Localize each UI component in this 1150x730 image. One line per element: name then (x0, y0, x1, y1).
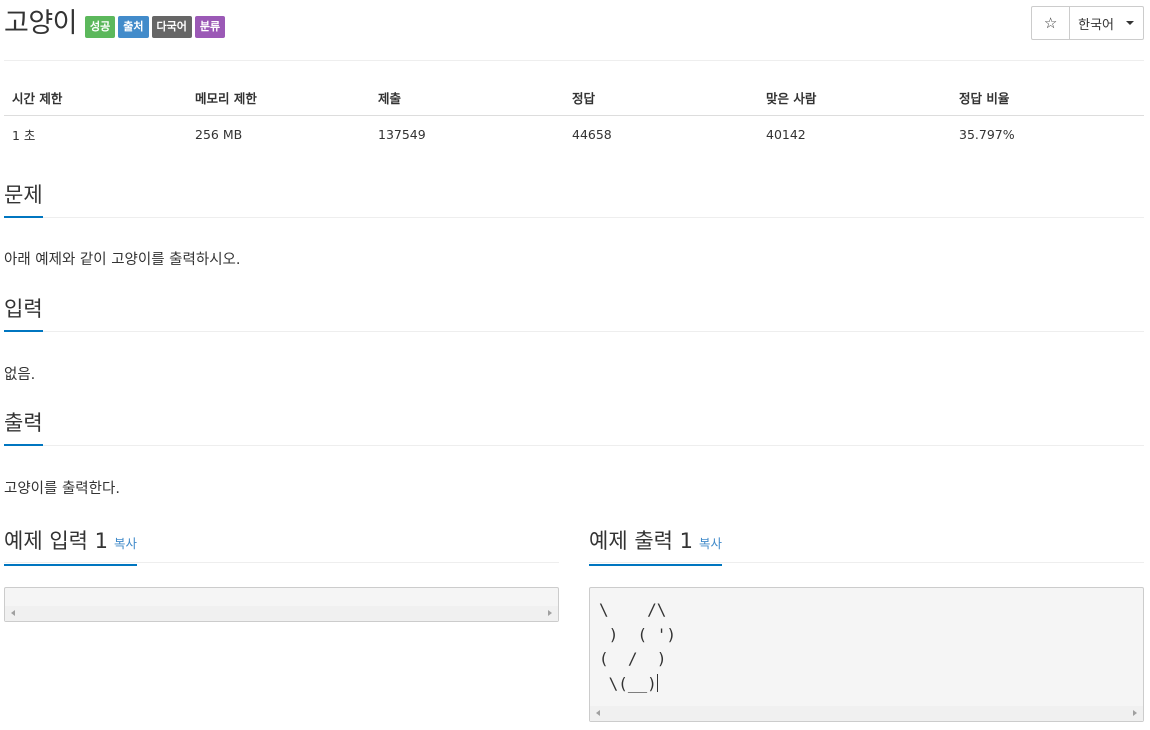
problem-header: 고양이 성공 출처 다국어 분류 (4, 6, 228, 42)
sample-input-title-text: 예제 입력 1 (4, 529, 108, 553)
horizontal-scrollbar[interactable] (5, 606, 558, 621)
copy-input-link[interactable]: 복사 (114, 536, 137, 551)
output-line: \(__) (599, 672, 1143, 697)
category-badge[interactable]: 분류 (194, 16, 226, 38)
stats-header-memory-limit: 메모리 제한 (195, 91, 257, 106)
output-line: ) ( ') (599, 624, 677, 644)
text-cursor (656, 673, 658, 692)
sample-output-section: 예제 출력 1 복사 \ /\ ) ( ') ( / ) \(__) (589, 526, 1144, 722)
language-label: 한국어 (1078, 17, 1114, 33)
sample-output-title-text: 예제 출력 1 (589, 529, 693, 553)
description-text: 아래 예제와 같이 고양이를 출력하시오. (4, 252, 241, 268)
problem-stats-table: 시간 제한 메모리 제한 제출 정답 맞은 사람 정답 비율 1 초 256 M… (4, 80, 1144, 152)
star-button[interactable]: ☆ (1031, 6, 1071, 40)
sample-input-box[interactable] (4, 587, 559, 622)
header-actions: ☆ 한국어 (1031, 6, 1144, 40)
stats-header-row: 시간 제한 메모리 제한 제출 정답 맞은 사람 정답 비율 (4, 80, 1144, 116)
scroll-right-icon[interactable] (1133, 710, 1137, 716)
scroll-left-icon[interactable] (596, 710, 600, 716)
stats-value-ratio: 35.797% (959, 126, 1015, 142)
description-section: 문제 아래 예제와 같이 고양이를 출력하시오. (4, 180, 1144, 269)
input-header: 입력 (4, 294, 1144, 332)
output-header: 출력 (4, 408, 1144, 446)
input-text: 없음. (4, 367, 36, 383)
output-line: \ /\ (599, 600, 667, 619)
source-badge[interactable]: 출처 (118, 16, 149, 38)
output-title: 출력 (4, 408, 43, 446)
stats-header-solvers: 맞은 사람 (766, 91, 817, 106)
input-title: 입력 (4, 294, 43, 332)
output-line: ( / ) (599, 649, 667, 668)
sample-output-text: \ /\ ) ( ') ( / ) \(__) (590, 588, 1143, 696)
success-badge[interactable]: 성공 (85, 16, 116, 38)
multilang-badge[interactable]: 다국어 (151, 16, 192, 38)
scroll-left-icon[interactable] (11, 610, 15, 616)
horizontal-scrollbar[interactable] (590, 706, 1143, 721)
description-title: 문제 (4, 180, 43, 218)
output-text: 고양이를 출력한다. (4, 481, 120, 497)
stats-value-submissions: 137549 (378, 126, 426, 142)
sample-output-box[interactable]: \ /\ ) ( ') ( / ) \(__) (589, 587, 1144, 722)
stats-value-memory-limit: 256 MB (195, 126, 243, 142)
sample-input-title: 예제 입력 1 복사 (4, 526, 138, 566)
page-title: 고양이 (4, 8, 78, 39)
description-header: 문제 (4, 180, 1144, 218)
output-line-text: \(__) (599, 673, 657, 693)
stats-value-accepted: 44658 (572, 126, 612, 142)
input-section: 입력 없음. (4, 294, 1144, 384)
stats-value-solvers: 40142 (766, 126, 806, 142)
sample-input-text (5, 588, 558, 598)
caret-down-icon (1126, 21, 1134, 25)
stats-header-submissions: 제출 (378, 91, 402, 106)
stats-value-time-limit: 1 초 (12, 127, 36, 143)
header-divider (4, 60, 1144, 61)
sample-input-section: 예제 입력 1 복사 (4, 526, 559, 622)
sample-input-header: 예제 입력 1 복사 (4, 526, 559, 566)
output-section: 출력 고양이를 출력한다. (4, 408, 1144, 498)
copy-output-link[interactable]: 복사 (699, 536, 722, 551)
sample-output-header: 예제 출력 1 복사 (589, 526, 1144, 566)
scroll-right-icon[interactable] (548, 610, 552, 616)
stats-header-ratio: 정답 비율 (959, 91, 1010, 106)
stats-header-accepted: 정답 (572, 91, 596, 106)
stats-header-time-limit: 시간 제한 (12, 91, 63, 106)
language-dropdown[interactable]: 한국어 (1070, 6, 1144, 40)
stats-value-row: 1 초 256 MB 137549 44658 40142 35.797% (4, 116, 1144, 152)
star-icon: ☆ (1043, 14, 1058, 32)
sample-output-title: 예제 출력 1 복사 (589, 526, 723, 566)
